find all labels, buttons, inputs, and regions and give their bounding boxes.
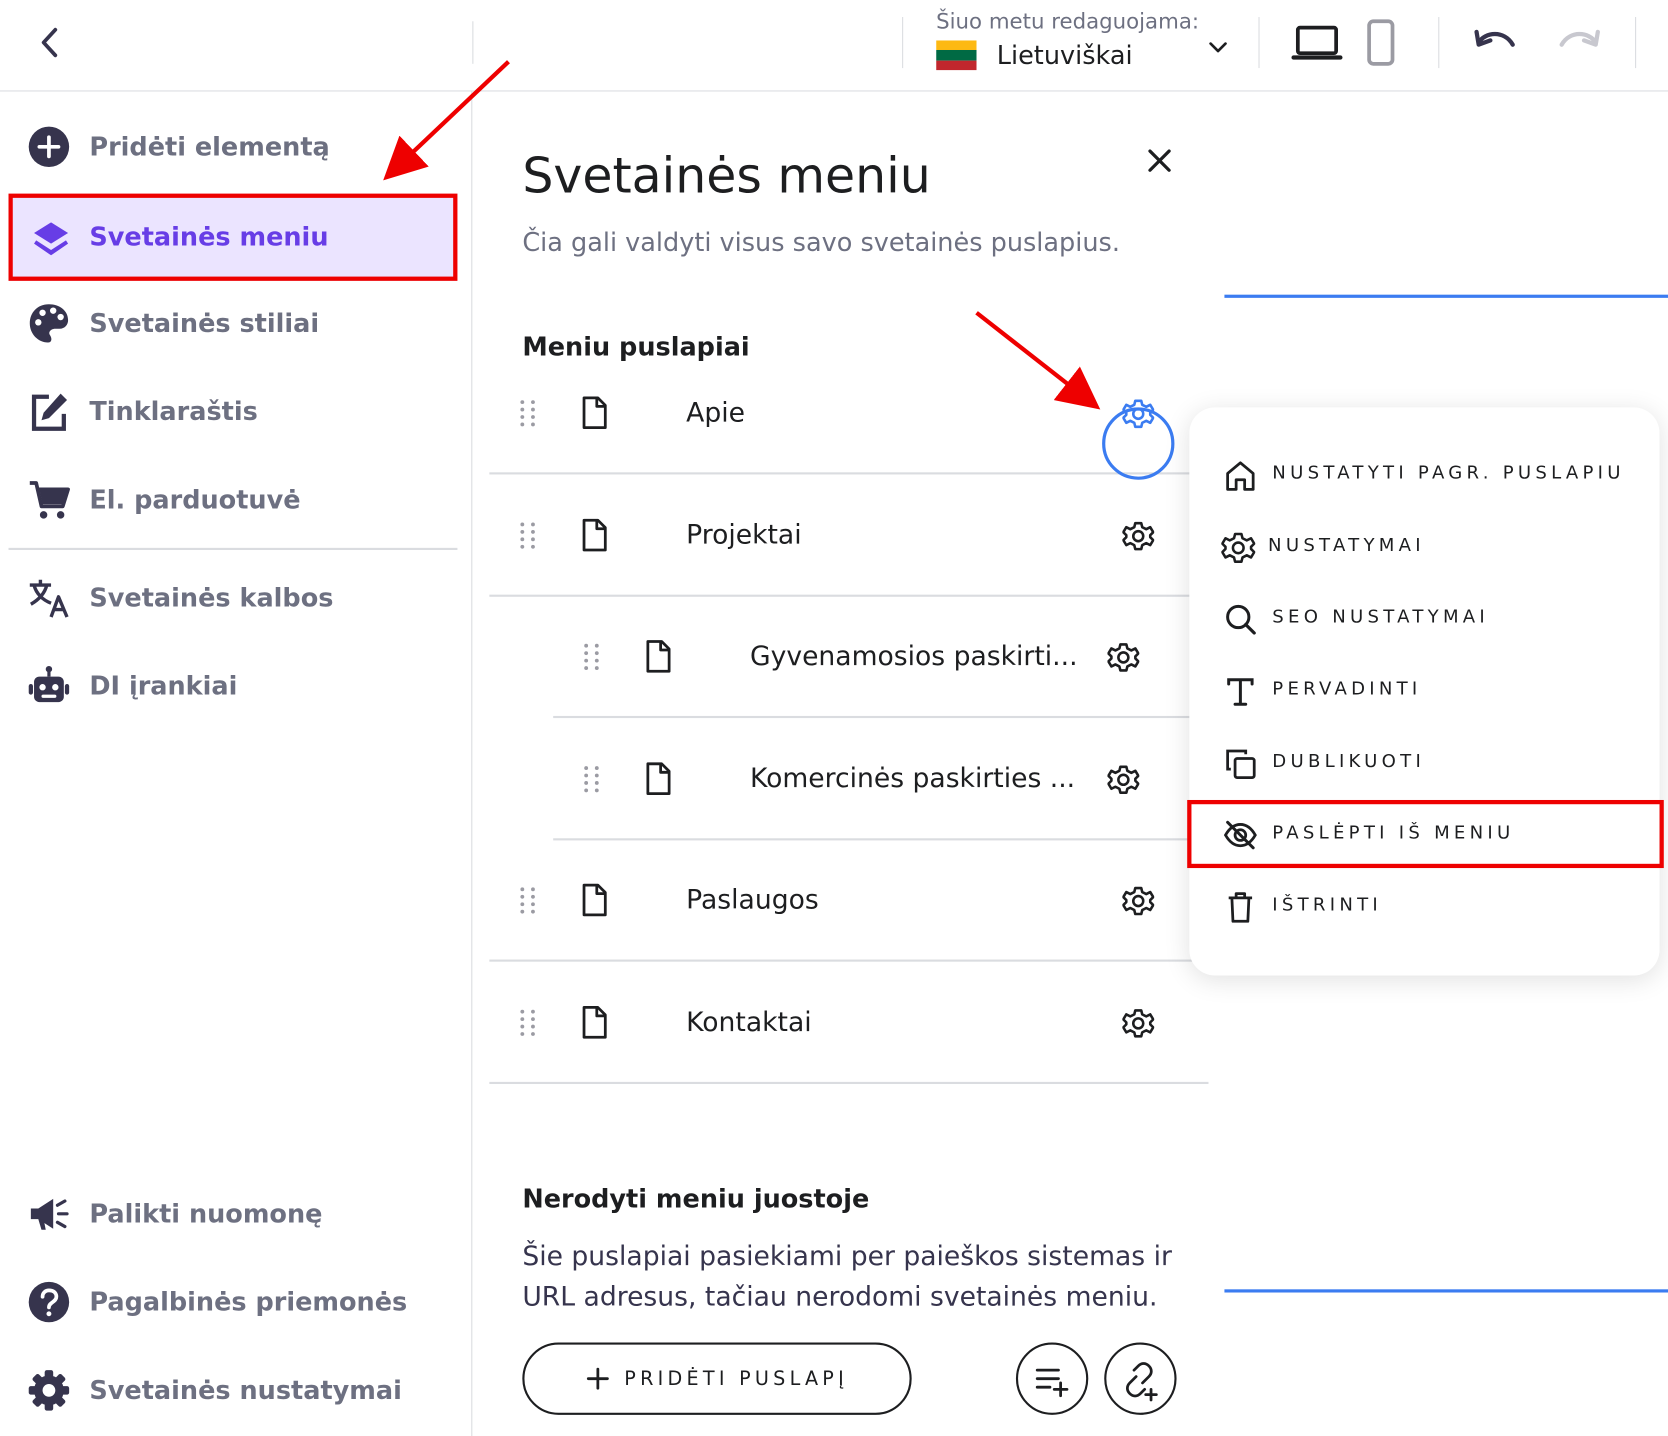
annotation-arrows <box>383 60 1101 410</box>
arrow-to-site-menu <box>383 60 510 181</box>
arrow-to-gear <box>975 311 1101 410</box>
